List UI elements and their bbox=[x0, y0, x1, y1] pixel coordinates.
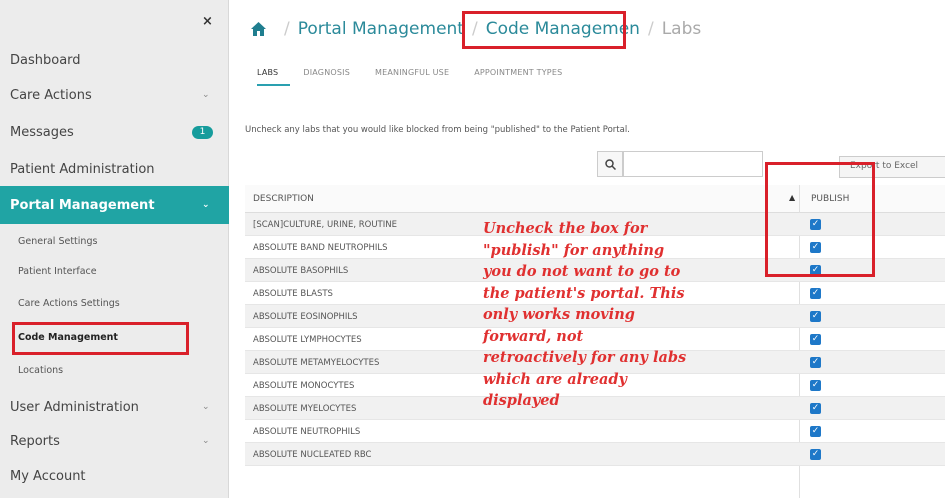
tab-meaningful-use[interactable]: MEANINGFUL USE bbox=[375, 68, 449, 77]
annotation-line: you do not want to go to bbox=[483, 263, 681, 280]
sidebar-item-patient-administration[interactable]: Patient Administration bbox=[0, 161, 229, 177]
tab-bar: LABS DIAGNOSIS MEANINGFUL USE APPOINTMEN… bbox=[257, 68, 587, 77]
publish-checkbox[interactable]: ✓ bbox=[810, 334, 821, 345]
annotation-line: Uncheck the box for bbox=[483, 220, 648, 237]
publish-checkbox[interactable]: ✓ bbox=[810, 357, 821, 368]
lab-description: ABSOLUTE NEUTROPHILS bbox=[253, 427, 361, 437]
lab-description: ABSOLUTE MYELOCYTES bbox=[253, 404, 357, 414]
sidebar-item-label: Care Actions bbox=[10, 87, 92, 103]
tab-labs[interactable]: LABS bbox=[257, 68, 278, 77]
breadcrumb-separator: / bbox=[647, 19, 654, 39]
annotation-line: "publish" for anything bbox=[483, 241, 665, 259]
chevron-down-icon: ⌄ bbox=[202, 200, 210, 210]
publish-checkbox[interactable]: ✓ bbox=[810, 426, 821, 437]
annotation-line: the patient's portal. This bbox=[483, 284, 685, 302]
publish-checkbox[interactable]: ✓ bbox=[810, 449, 821, 460]
sidebar-item-user-administration[interactable]: User Administration ⌄ bbox=[0, 399, 229, 415]
sidebar-item-label: Dashboard bbox=[10, 52, 81, 68]
highlight-box-code-management bbox=[12, 322, 189, 355]
sidebar-item-dashboard[interactable]: Dashboard bbox=[0, 52, 229, 68]
annotation-line: forward, not bbox=[483, 327, 584, 345]
lab-description: ABSOLUTE EOSINOPHILS bbox=[253, 312, 358, 322]
sidebar: × Dashboard Care Actions ⌄ Messages 1 Pa… bbox=[0, 0, 229, 498]
search-icon bbox=[604, 159, 616, 171]
publish-checkbox[interactable]: ✓ bbox=[810, 311, 821, 322]
instruction-annotation: Uncheck the box for "publish" for anythi… bbox=[483, 218, 723, 412]
close-sidebar-icon[interactable]: × bbox=[202, 14, 213, 29]
annotation-line: displayed bbox=[483, 392, 560, 409]
sidebar-item-reports[interactable]: Reports ⌄ bbox=[0, 433, 229, 449]
search-button[interactable] bbox=[597, 151, 623, 177]
sidebar-subitem-label: Locations bbox=[18, 365, 64, 376]
active-tab-indicator bbox=[257, 84, 290, 86]
publish-checkbox[interactable]: ✓ bbox=[810, 380, 821, 391]
lab-description: ABSOLUTE METAMYELOCYTES bbox=[253, 358, 380, 368]
column-header-description[interactable]: DESCRIPTION bbox=[253, 194, 314, 204]
sidebar-item-portal-management[interactable]: Portal Management ⌄ bbox=[0, 186, 229, 224]
table-row: ABSOLUTE NEUTROPHILS ✓ bbox=[245, 420, 945, 443]
sidebar-subitem-label: General Settings bbox=[18, 236, 98, 247]
lab-description: ABSOLUTE BLASTS bbox=[253, 289, 333, 299]
sidebar-item-label: Portal Management bbox=[10, 197, 155, 213]
publish-checkbox[interactable]: ✓ bbox=[810, 288, 821, 299]
breadcrumb-separator: / bbox=[284, 19, 290, 39]
chevron-down-icon: ⌄ bbox=[202, 402, 210, 412]
breadcrumb-portal-management[interactable]: Portal Management bbox=[298, 19, 464, 39]
highlight-box-publish-column bbox=[765, 162, 875, 277]
lab-description: ABSOLUTE BASOPHILS bbox=[253, 266, 349, 276]
lab-description: ABSOLUTE LYMPHOCYTES bbox=[253, 335, 362, 345]
lab-description: [SCAN]CULTURE, URINE, ROUTINE bbox=[253, 220, 397, 230]
tab-appointment-types[interactable]: APPOINTMENT TYPES bbox=[474, 68, 562, 77]
sidebar-item-messages[interactable]: Messages 1 bbox=[0, 124, 229, 140]
lab-description: ABSOLUTE MONOCYTES bbox=[253, 381, 355, 391]
chevron-down-icon: ⌄ bbox=[202, 90, 210, 100]
lab-description: ABSOLUTE BAND NEUTROPHILS bbox=[253, 243, 388, 253]
highlight-box-breadcrumb bbox=[462, 11, 626, 49]
publish-checkbox[interactable]: ✓ bbox=[810, 403, 821, 414]
unread-count-badge: 1 bbox=[192, 125, 213, 139]
sidebar-item-label: Reports bbox=[10, 433, 60, 449]
sidebar-item-label: Messages bbox=[10, 124, 74, 140]
sidebar-item-label: User Administration bbox=[10, 399, 139, 415]
annotation-line: which are already bbox=[483, 370, 627, 388]
lab-description: ABSOLUTE NUCLEATED RBC bbox=[253, 450, 372, 460]
tab-diagnosis[interactable]: DIAGNOSIS bbox=[303, 68, 350, 77]
sidebar-subitem-label: Care Actions Settings bbox=[18, 298, 120, 309]
search-input[interactable] bbox=[623, 151, 763, 177]
annotation-line: only works moving bbox=[483, 306, 635, 323]
table-row: ABSOLUTE NUCLEATED RBC ✓ bbox=[245, 443, 945, 466]
sidebar-item-label: My Account bbox=[10, 468, 86, 484]
breadcrumb-labs: Labs bbox=[661, 19, 702, 39]
chevron-down-icon: ⌄ bbox=[202, 436, 210, 446]
sidebar-item-care-actions[interactable]: Care Actions ⌄ bbox=[0, 87, 229, 103]
instructions-text: Uncheck any labs that you would like blo… bbox=[245, 125, 630, 135]
home-icon[interactable] bbox=[251, 22, 266, 36]
sidebar-item-label: Patient Administration bbox=[10, 161, 155, 177]
annotation-line: retroactively for any labs bbox=[483, 349, 687, 366]
sidebar-item-my-account[interactable]: My Account bbox=[0, 468, 229, 484]
sidebar-subitem-label: Patient Interface bbox=[18, 266, 97, 277]
